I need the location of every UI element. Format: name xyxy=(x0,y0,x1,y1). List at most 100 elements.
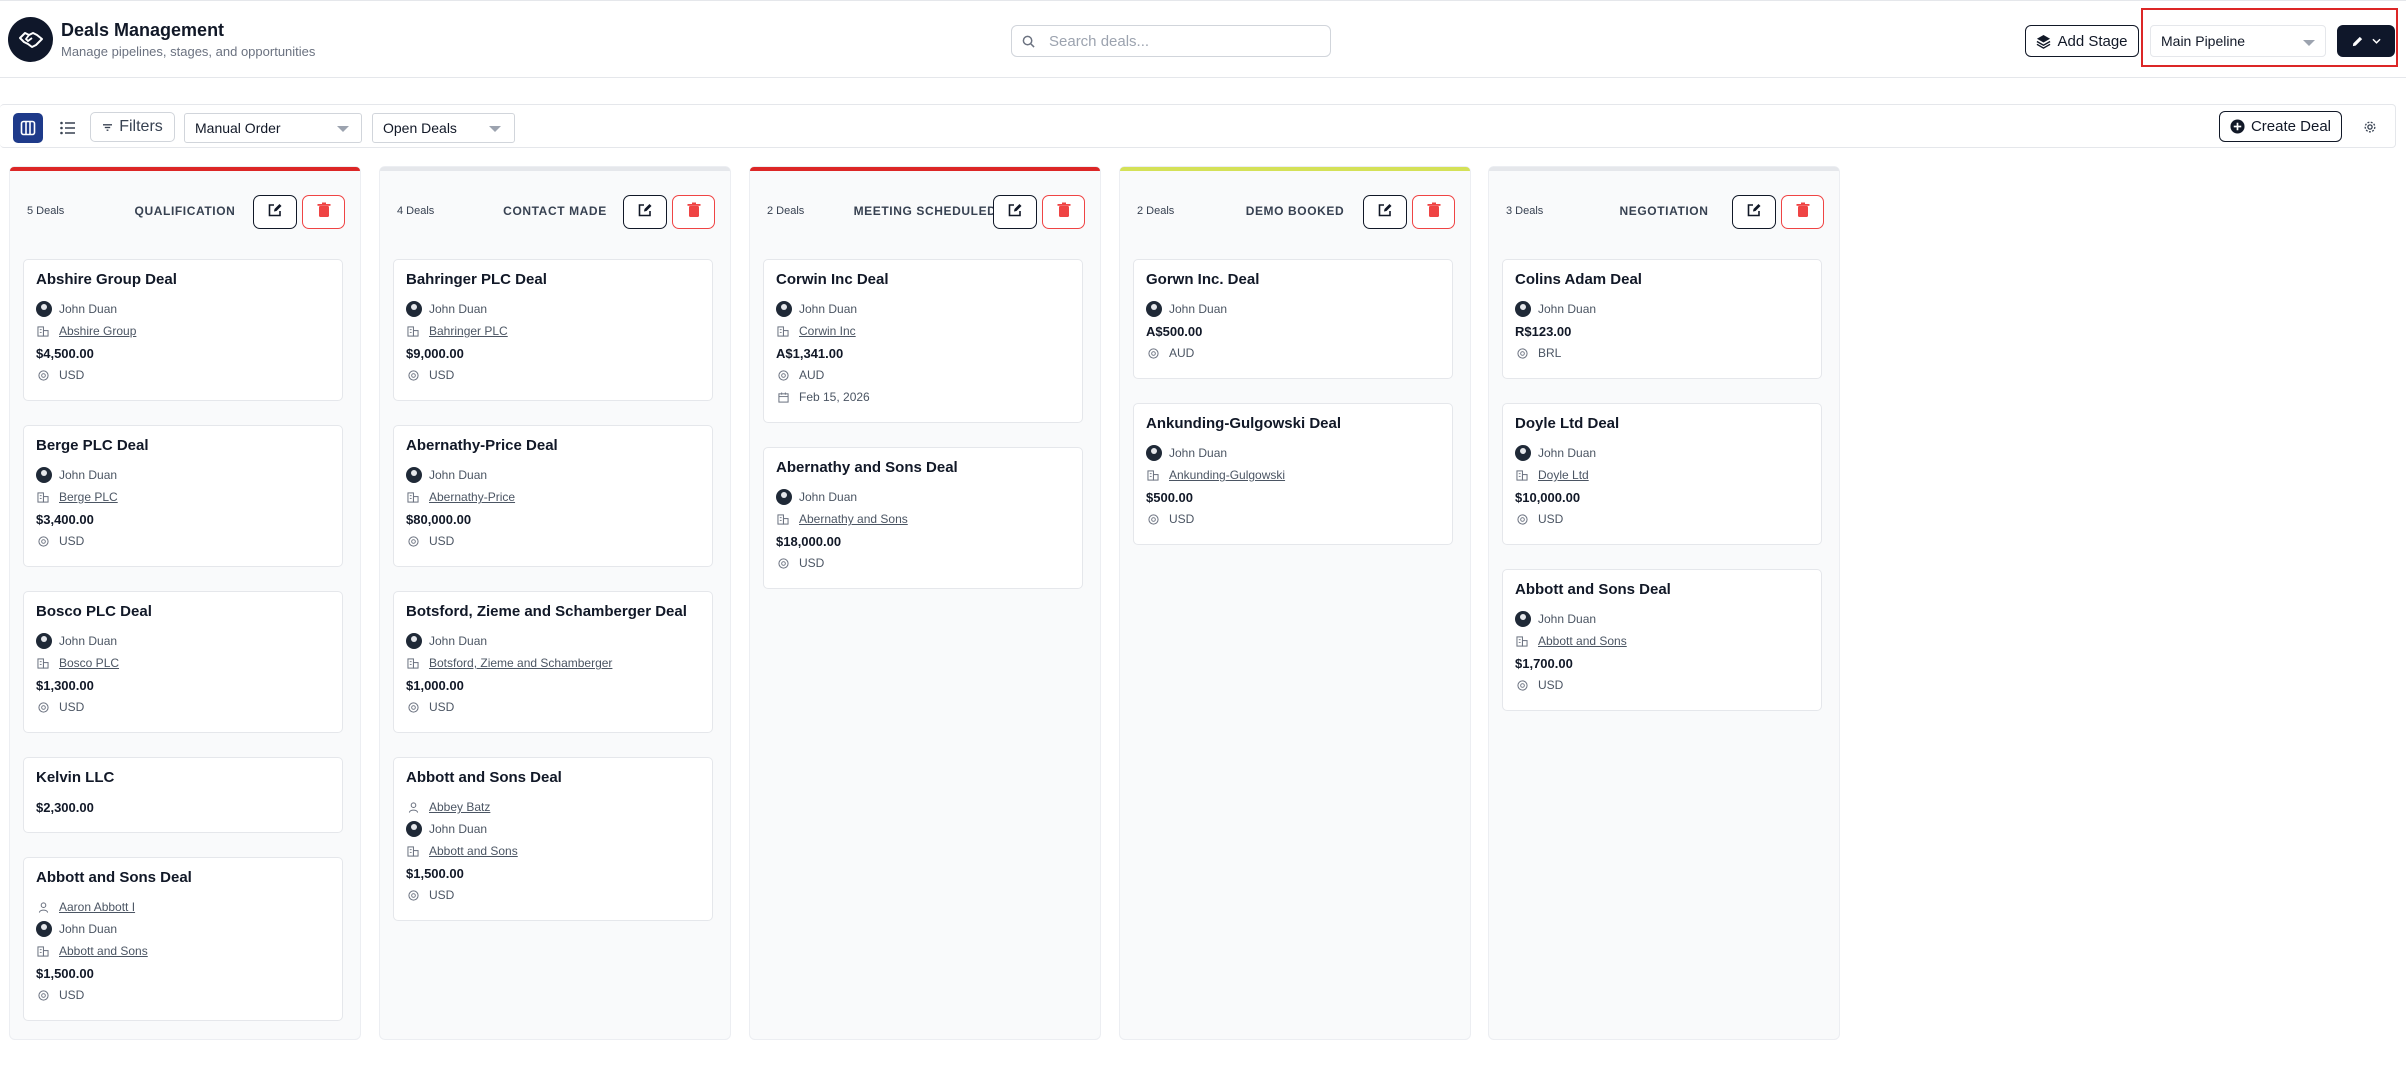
deal-amount: $1,000.00 xyxy=(406,678,464,693)
deal-card[interactable]: Berge PLC Deal John Duan Berge PLC $3,400.0… xyxy=(23,425,343,567)
deal-owner: John Duan xyxy=(59,468,118,482)
deal-card[interactable]: Abbott and Sons Deal Aaron Abbott I John D… xyxy=(23,857,343,1021)
edit-stage-button[interactable] xyxy=(993,195,1037,229)
edit-stage-button[interactable] xyxy=(1732,195,1776,229)
edit-stage-button[interactable] xyxy=(1363,195,1407,229)
deal-card[interactable]: Botsford, Zieme and Schamberger Deal John… xyxy=(393,591,713,733)
deal-owner: John Duan xyxy=(429,302,488,316)
status-select[interactable]: Open Deals xyxy=(372,113,515,143)
deal-company-link[interactable]: Bahringer PLC xyxy=(429,324,508,338)
avatar xyxy=(36,467,52,483)
deal-company-link[interactable]: Berge PLC xyxy=(59,490,118,504)
deal-company-link[interactable]: Abernathy and Sons xyxy=(799,512,908,526)
stage-accent-bar xyxy=(380,167,730,171)
deal-card[interactable]: Bosco PLC Deal John Duan Bosco PLC $1,300.0… xyxy=(23,591,343,733)
delete-stage-button[interactable] xyxy=(1042,195,1085,229)
filters-label: Filters xyxy=(119,118,163,135)
pipeline-select[interactable]: Main Pipeline xyxy=(2150,25,2326,57)
deal-company-row: Bosco PLC xyxy=(36,656,330,670)
deal-company-link[interactable]: Doyle Ltd xyxy=(1538,468,1589,482)
coin-icon xyxy=(36,988,50,1002)
deal-company-link[interactable]: Corwin Inc xyxy=(799,324,856,338)
search-box[interactable] xyxy=(1011,25,1331,57)
stage-accent-bar xyxy=(750,167,1100,171)
board-view-toggle[interactable] xyxy=(13,113,43,143)
deal-owner-row: John Duan xyxy=(36,633,330,649)
deal-card[interactable]: Abbott and Sons Deal Abbey Batz John Duan A… xyxy=(393,757,713,921)
handshake-logo-icon xyxy=(8,17,53,62)
deal-company-link[interactable]: Bosco PLC xyxy=(59,656,119,670)
deal-company-link[interactable]: Ankunding-Gulgowski xyxy=(1169,468,1285,482)
deal-company-link[interactable]: Abbott and Sons xyxy=(429,844,518,858)
stage-cards: Corwin Inc Deal John Duan Corwin Inc A$1,34… xyxy=(763,259,1083,613)
search-input[interactable] xyxy=(1049,32,1309,50)
edit-pipeline-menu-button[interactable] xyxy=(2337,25,2395,57)
delete-stage-button[interactable] xyxy=(1781,195,1824,229)
deal-title: Abbott and Sons Deal xyxy=(1515,581,1671,598)
deal-card[interactable]: Abernathy and Sons Deal John Duan Abernath… xyxy=(763,447,1083,589)
deal-currency: USD xyxy=(1538,512,1564,526)
deal-owner-row: John Duan xyxy=(406,301,700,317)
layers-icon xyxy=(2037,34,2051,49)
create-deal-button[interactable]: Create Deal xyxy=(2219,111,2342,142)
deal-currency-row: USD xyxy=(36,534,330,548)
deal-amount: $10,000.00 xyxy=(1515,490,1581,505)
deal-card[interactable]: Colins Adam Deal John Duan R$123.00 BRL xyxy=(1502,259,1822,379)
deal-company-link[interactable]: Abernathy-Price xyxy=(429,490,515,504)
deal-contact-link[interactable]: Abbey Batz xyxy=(429,800,490,814)
deal-currency-row: BRL xyxy=(1515,346,1809,360)
stage-column-meeting-scheduled: 2 Deals MEETING SCHEDULED Corwin Inc Deal J… xyxy=(749,166,1101,1040)
edit-stage-button[interactable] xyxy=(253,195,297,229)
deal-card[interactable]: Abshire Group Deal John Duan Abshire Group… xyxy=(23,259,343,401)
deal-card[interactable]: Corwin Inc Deal John Duan Corwin Inc A$1,34… xyxy=(763,259,1083,423)
deal-company-row: Ankunding-Gulgowski xyxy=(1146,468,1440,482)
delete-stage-button[interactable] xyxy=(672,195,715,229)
stage-header: 3 Deals NEGOTIATION xyxy=(1489,191,1839,233)
avatar xyxy=(36,921,52,937)
deal-contact-link[interactable]: Aaron Abbott I xyxy=(59,900,135,914)
deal-currency: AUD xyxy=(799,368,825,382)
trash-icon xyxy=(1057,202,1071,223)
deal-card[interactable]: Abbott and Sons Deal John Duan Abbott and … xyxy=(1502,569,1822,711)
deal-company-link[interactable]: Abshire Group xyxy=(59,324,136,338)
deal-currency: USD xyxy=(799,556,825,570)
deal-company-link[interactable]: Abbott and Sons xyxy=(1538,634,1627,648)
deal-title: Ankunding-Gulgowski Deal xyxy=(1146,415,1342,432)
stage-accent-bar xyxy=(10,167,360,171)
deal-card[interactable]: Gorwn Inc. Deal John Duan A$500.00 AUD xyxy=(1133,259,1453,379)
list-view-toggle[interactable] xyxy=(53,113,83,143)
deal-card[interactable]: Ankunding-Gulgowski Deal John Duan Ankundi… xyxy=(1133,403,1453,545)
deal-card[interactable]: Bahringer PLC Deal John Duan Bahringer PLC… xyxy=(393,259,713,401)
deal-currency-row: AUD xyxy=(776,368,1070,382)
building-icon xyxy=(36,656,50,670)
status-selected-value: Open Deals xyxy=(383,120,457,136)
trash-icon xyxy=(687,202,701,223)
deal-currency-row: USD xyxy=(406,700,700,714)
filters-button[interactable]: Filters xyxy=(90,112,175,142)
deal-company-row: Corwin Inc xyxy=(776,324,1070,338)
edit-stage-button[interactable] xyxy=(623,195,667,229)
deal-currency: USD xyxy=(59,988,85,1002)
avatar xyxy=(1146,445,1162,461)
deal-currency: USD xyxy=(429,700,455,714)
coin-icon xyxy=(1515,512,1529,526)
deal-card[interactable]: Kelvin LLC $2,300.00 xyxy=(23,757,343,833)
board-settings-button[interactable] xyxy=(2359,116,2381,138)
deal-card[interactable]: Abernathy-Price Deal John Duan Abernathy-P… xyxy=(393,425,713,567)
trash-icon xyxy=(1796,202,1810,223)
deal-owner-row: John Duan xyxy=(36,301,330,317)
sort-select[interactable]: Manual Order xyxy=(184,113,362,143)
delete-stage-button[interactable] xyxy=(1412,195,1455,229)
add-stage-button[interactable]: Add Stage xyxy=(2025,25,2139,57)
deal-company-row: Abbott and Sons xyxy=(406,844,700,858)
stage-header: 2 Deals MEETING SCHEDULED xyxy=(750,191,1100,233)
deal-company-link[interactable]: Abbott and Sons xyxy=(59,944,148,958)
coin-icon xyxy=(36,700,50,714)
deal-company-link[interactable]: Botsford, Zieme and Schamberger xyxy=(429,656,612,670)
building-icon xyxy=(406,844,420,858)
deal-amount: $1,500.00 xyxy=(406,866,464,881)
user-icon xyxy=(406,800,420,814)
delete-stage-button[interactable] xyxy=(302,195,345,229)
deal-card[interactable]: Doyle Ltd Deal John Duan Doyle Ltd $10,000.… xyxy=(1502,403,1822,545)
deal-currency: AUD xyxy=(1169,346,1195,360)
